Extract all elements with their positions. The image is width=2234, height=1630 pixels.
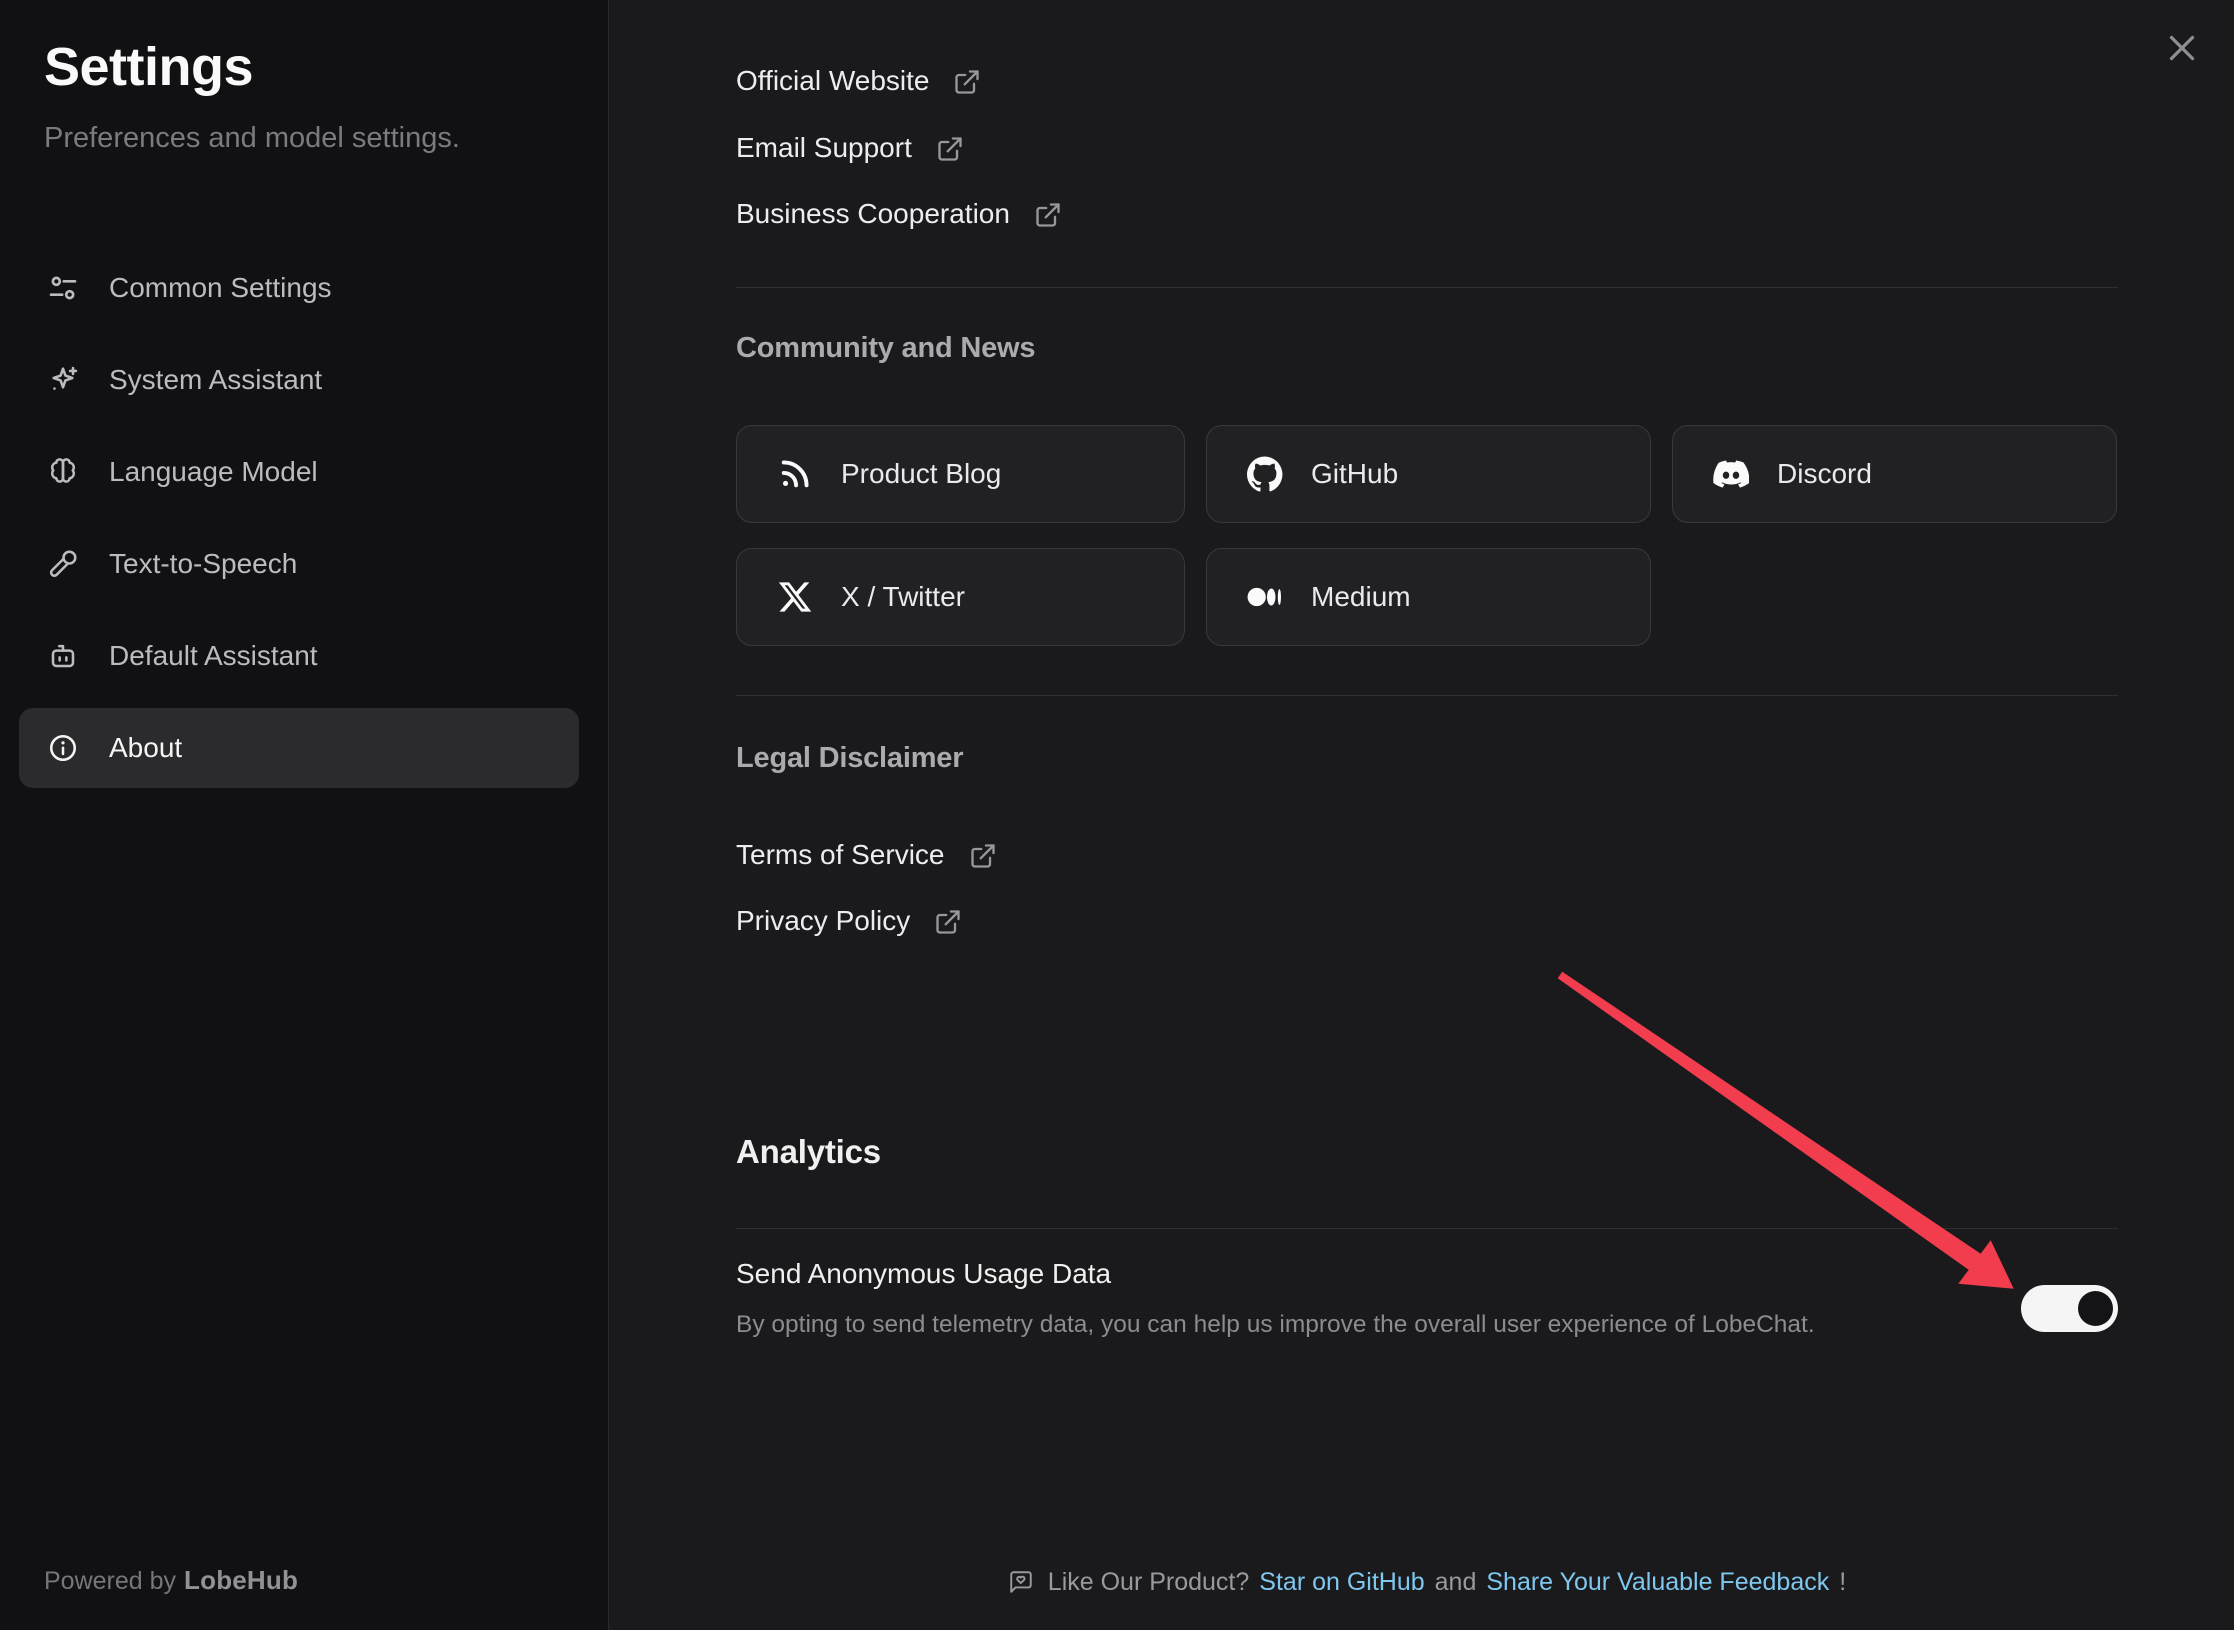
sparkles-icon bbox=[47, 364, 79, 396]
toggle-knob bbox=[2078, 1291, 2113, 1326]
sidebar-item-label: Text-to-Speech bbox=[109, 548, 297, 580]
legal-heading: Legal Disclaimer bbox=[736, 742, 2118, 775]
info-icon bbox=[47, 732, 79, 764]
terms-of-service-label: Terms of Service bbox=[736, 839, 945, 871]
sidebar-item-label: About bbox=[109, 732, 182, 764]
rss-icon bbox=[777, 456, 813, 492]
privacy-policy-link[interactable]: Privacy Policy bbox=[736, 899, 2118, 943]
email-support-label: Email Support bbox=[736, 132, 912, 164]
share-feedback-link[interactable]: Share Your Valuable Feedback bbox=[1486, 1568, 1829, 1597]
powered-by-text: Powered by bbox=[44, 1567, 176, 1595]
section-divider bbox=[736, 287, 2118, 288]
github-button[interactable]: GitHub bbox=[1206, 425, 1651, 523]
external-link-icon bbox=[953, 68, 981, 96]
brain-icon bbox=[47, 456, 79, 488]
star-on-github-link[interactable]: Star on GitHub bbox=[1259, 1568, 1424, 1597]
discord-label: Discord bbox=[1777, 458, 1872, 490]
sidebar-item-common-settings[interactable]: Common Settings bbox=[19, 248, 579, 328]
analytics-heading: Analytics bbox=[736, 1133, 2118, 1171]
external-link-icon bbox=[1034, 201, 1062, 229]
external-link-icon bbox=[969, 842, 997, 870]
powered-by: Powered by LobeHub bbox=[44, 1565, 298, 1596]
sidebar-item-label: System Assistant bbox=[109, 364, 322, 396]
sidebar-item-system-assistant[interactable]: System Assistant bbox=[19, 340, 579, 420]
sidebar-item-label: Language Model bbox=[109, 456, 318, 488]
github-icon bbox=[1247, 456, 1283, 492]
discord-icon bbox=[1713, 456, 1749, 492]
medium-label: Medium bbox=[1311, 581, 1411, 613]
business-cooperation-link[interactable]: Business Cooperation bbox=[736, 192, 2118, 236]
product-blog-button[interactable]: Product Blog bbox=[736, 425, 1185, 523]
sidebar-item-text-to-speech[interactable]: Text-to-Speech bbox=[19, 524, 579, 604]
x-twitter-button[interactable]: X / Twitter bbox=[736, 548, 1185, 646]
feedback-footer: Like Our Product? Star on GitHub and Sha… bbox=[736, 1560, 2118, 1604]
sidebar-item-about[interactable]: About bbox=[19, 708, 579, 788]
sidebar-item-default-assistant[interactable]: Default Assistant bbox=[19, 616, 579, 696]
send-usage-data-description: By opting to send telemetry data, you ca… bbox=[736, 1311, 2118, 1339]
page-subtitle: Preferences and model settings. bbox=[44, 122, 460, 155]
bot-icon bbox=[47, 640, 79, 672]
medium-icon bbox=[1247, 579, 1283, 615]
send-usage-data-label: Send Anonymous Usage Data bbox=[736, 1258, 2118, 1290]
github-label: GitHub bbox=[1311, 458, 1398, 490]
sidebar-item-label: Common Settings bbox=[109, 272, 332, 304]
about-panel: Contact Us Official Website Email Suppor… bbox=[609, 0, 2234, 1630]
contact-us-heading: Contact Us bbox=[736, 0, 2118, 5]
close-icon bbox=[2164, 30, 2200, 66]
community-buttons: Product Blog GitHub Discord bbox=[736, 425, 2118, 646]
official-website-label: Official Website bbox=[736, 65, 929, 97]
footer-prefix: Like Our Product? bbox=[1048, 1568, 1250, 1597]
page-title: Settings bbox=[44, 36, 253, 98]
terms-of-service-link[interactable]: Terms of Service bbox=[736, 833, 2118, 877]
section-divider bbox=[736, 1228, 2118, 1229]
sidebar-item-label: Default Assistant bbox=[109, 640, 318, 672]
community-heading: Community and News bbox=[736, 332, 2118, 365]
brand-name: LobeHub bbox=[184, 1565, 298, 1595]
sidebar-item-language-model[interactable]: Language Model bbox=[19, 432, 579, 512]
medium-button[interactable]: Medium bbox=[1206, 548, 1651, 646]
footer-suffix: ! bbox=[1839, 1568, 1846, 1597]
sliders-icon bbox=[47, 272, 79, 304]
footer-middle: and bbox=[1435, 1568, 1477, 1597]
settings-nav: Common Settings System Assistant Languag… bbox=[19, 248, 579, 800]
external-link-icon bbox=[934, 908, 962, 936]
email-support-link[interactable]: Email Support bbox=[736, 126, 2118, 170]
external-link-icon bbox=[936, 135, 964, 163]
x-twitter-icon bbox=[777, 579, 813, 615]
close-button[interactable] bbox=[2156, 22, 2208, 74]
product-blog-label: Product Blog bbox=[841, 458, 1001, 490]
settings-sidebar: Settings Preferences and model settings.… bbox=[0, 0, 609, 1630]
discord-button[interactable]: Discord bbox=[1672, 425, 2117, 523]
send-usage-toggle[interactable] bbox=[2021, 1285, 2118, 1332]
official-website-link[interactable]: Official Website bbox=[736, 59, 2118, 103]
privacy-policy-label: Privacy Policy bbox=[736, 905, 910, 937]
message-heart-icon bbox=[1008, 1569, 1034, 1595]
section-divider bbox=[736, 695, 2118, 696]
mic-icon bbox=[47, 548, 79, 580]
x-twitter-label: X / Twitter bbox=[841, 581, 965, 613]
business-cooperation-label: Business Cooperation bbox=[736, 198, 1010, 230]
